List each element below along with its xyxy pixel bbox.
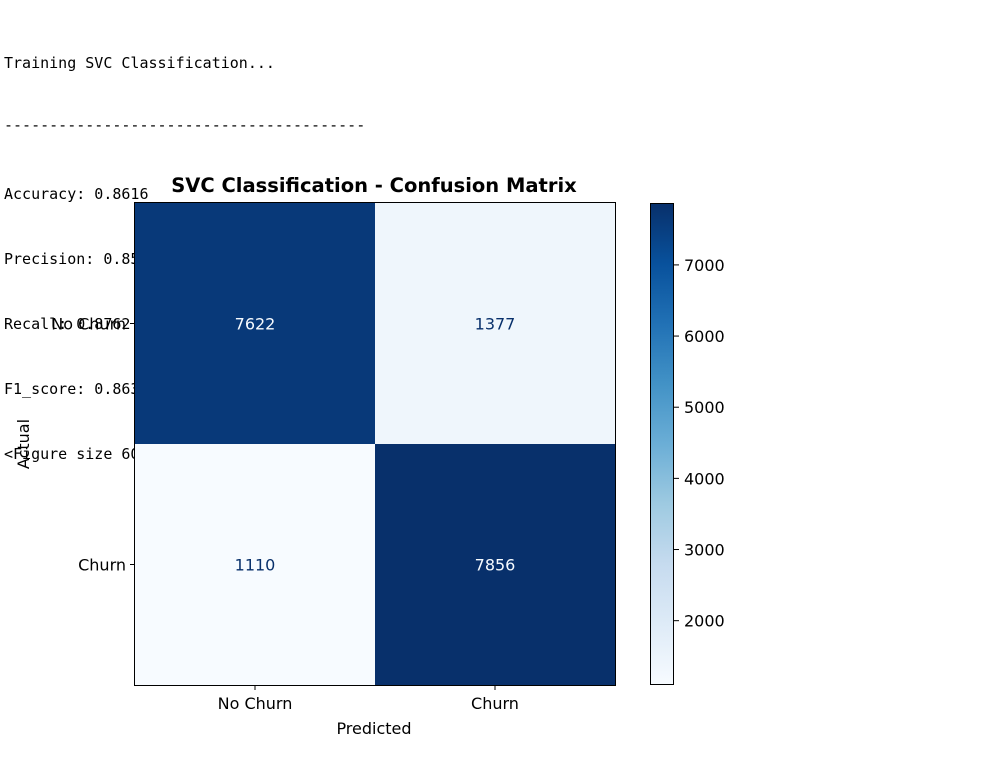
cell-value-label: 1377 (475, 315, 516, 334)
colorbar-ticks: 2000 3000 4000 5000 6000 7000 (674, 256, 725, 631)
colorbar (650, 203, 674, 685)
colorbar-tick-label: 6000 (684, 327, 725, 346)
heatmap-cells (135, 203, 615, 685)
cell-value-label: 7622 (235, 315, 276, 334)
x-axis-label: Predicted (336, 719, 411, 738)
colorbar-tick-label: 7000 (684, 256, 725, 275)
y-tick-label: Churn (78, 556, 126, 575)
y-axis-ticks: No Churn Churn (51, 315, 135, 575)
x-tick-label: No Churn (218, 694, 293, 713)
colorbar-tick-label: 3000 (684, 541, 725, 560)
y-tick-label: No Churn (51, 315, 126, 334)
cell-value-label: 1110 (235, 556, 276, 575)
x-tick-label: Churn (471, 694, 519, 713)
colorbar-tick-label: 4000 (684, 469, 725, 488)
cell-value-label: 7856 (475, 556, 516, 575)
colorbar-tick-label: 5000 (684, 398, 725, 417)
y-axis-label: Actual (14, 419, 33, 469)
x-axis-ticks: No Churn Churn (218, 685, 519, 713)
chart-title: SVC Classification - Confusion Matrix (171, 174, 577, 197)
colorbar-tick-label: 2000 (684, 612, 725, 631)
confusion-matrix-chart: SVC Classification - Confusion Matrix 76… (14, 174, 725, 738)
